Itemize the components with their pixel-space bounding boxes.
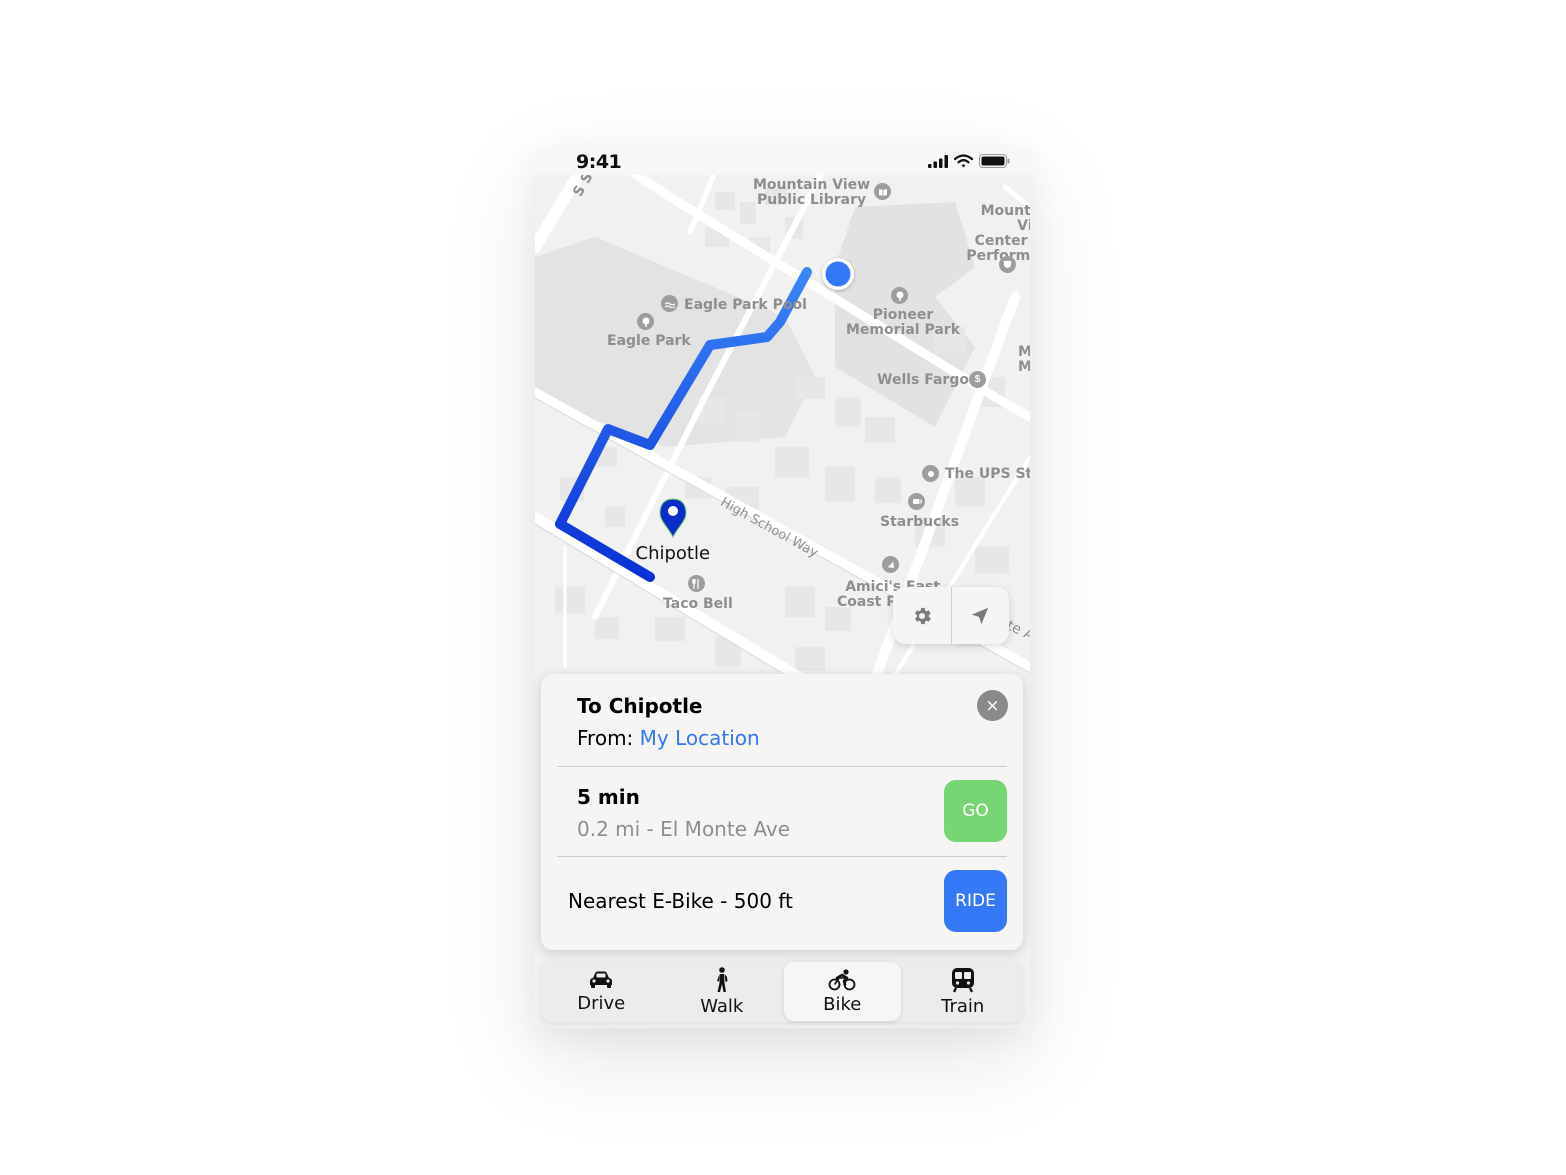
tab-label: Drive xyxy=(577,992,626,1014)
map-settings-button[interactable] xyxy=(893,587,951,644)
book-icon xyxy=(874,183,891,200)
map-label-starbucks: Starbucks xyxy=(880,514,960,530)
map-label-wells-fargo: Wells Fargo xyxy=(877,372,969,388)
from-location-link[interactable]: My Location xyxy=(640,726,760,750)
directions-card: To Chipotle From: My Location × 5 min 0.… xyxy=(541,674,1023,950)
transport-mode-tabs: Drive Walk Bike Train xyxy=(541,961,1023,1022)
map-label-library: Mountain View Public Library xyxy=(753,177,871,208)
map-label-taco-bell: Taco Bell xyxy=(663,596,733,612)
ride-button[interactable]: RIDE xyxy=(944,870,1007,932)
tab-label: Walk xyxy=(700,995,744,1017)
status-time: 9:41 xyxy=(576,151,622,173)
close-icon: × xyxy=(985,695,1000,716)
cellular-signal-icon xyxy=(928,154,948,168)
location-arrow-icon xyxy=(972,607,989,624)
tree-icon xyxy=(637,313,654,330)
pizza-icon xyxy=(882,556,899,573)
tab-bike[interactable]: Bike xyxy=(784,962,901,1021)
generic-poi-icon xyxy=(922,465,939,482)
divider xyxy=(557,856,1007,857)
coffee-cup-icon xyxy=(908,493,925,510)
directions-title: To Chipotle xyxy=(577,694,703,718)
pool-icon xyxy=(661,295,678,312)
bank-icon: $ xyxy=(969,371,986,388)
map-label-eagle-park-pool: Eagle Park Pool xyxy=(684,297,807,313)
divider xyxy=(557,766,1007,767)
map-label-eagle-park: Eagle Park xyxy=(607,333,691,349)
go-button[interactable]: GO xyxy=(944,780,1007,842)
bike-icon xyxy=(828,968,856,990)
fork-knife-icon xyxy=(688,575,705,592)
tab-drive[interactable]: Drive xyxy=(543,962,660,1021)
tab-walk[interactable]: Walk xyxy=(664,962,781,1021)
user-location-dot[interactable] xyxy=(825,261,851,287)
gear-icon xyxy=(914,607,931,624)
locate-me-button[interactable] xyxy=(950,587,1010,644)
tab-label: Train xyxy=(941,995,985,1017)
walk-icon xyxy=(716,966,728,992)
tab-label: Bike xyxy=(823,993,862,1015)
eta-time: 5 min xyxy=(577,785,640,809)
tab-train[interactable]: Train xyxy=(905,962,1022,1021)
map-label-m: M M xyxy=(1018,344,1030,375)
car-icon xyxy=(590,971,613,988)
tree-icon xyxy=(891,287,908,304)
train-icon xyxy=(951,967,974,993)
route-detail: 0.2 mi - El Monte Ave xyxy=(577,817,791,841)
map-controls xyxy=(893,587,1009,644)
close-button[interactable]: × xyxy=(977,690,1008,721)
from-prefix: From: xyxy=(577,726,634,750)
map-label-pioneer-park: Pioneer Memorial Park xyxy=(846,307,961,338)
destination-label: Chipotle xyxy=(635,543,711,564)
nearest-ebike-text: Nearest E-Bike - 500 ft xyxy=(568,889,793,913)
theater-mask-icon xyxy=(999,256,1016,273)
wifi-icon xyxy=(954,154,973,168)
map-label-ups-store: The UPS Store xyxy=(945,466,1030,482)
battery-icon xyxy=(979,154,1010,168)
map-label-performing-center: Mountain View Center for Performing xyxy=(966,203,1030,264)
phone-screen: S Shoreline Mountain View Public Library… xyxy=(535,147,1030,1028)
directions-from: From: My Location xyxy=(577,726,760,750)
status-bar: 9:41 xyxy=(535,147,1030,175)
